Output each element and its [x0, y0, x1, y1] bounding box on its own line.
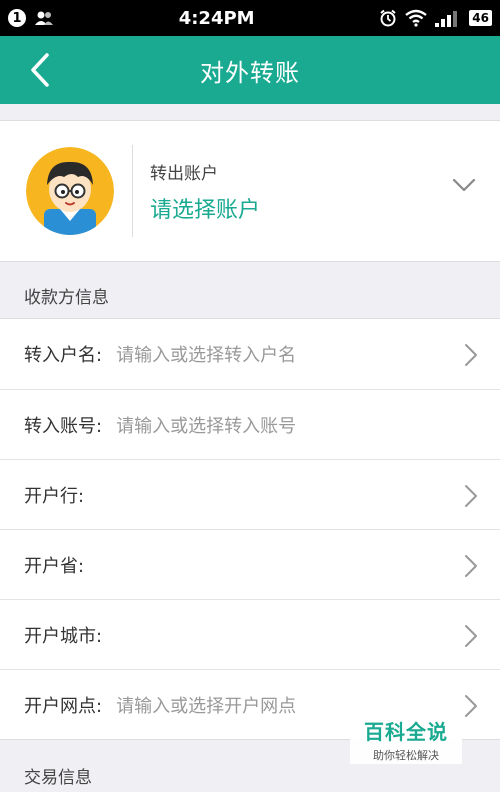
- back-arrow-icon: [31, 53, 49, 87]
- payee-account-row[interactable]: 转入账号: 请输入或选择转入账号: [0, 389, 500, 459]
- watermark-slogan: 助你轻松解决: [373, 748, 439, 762]
- chevron-right-icon[interactable]: [464, 694, 478, 718]
- avatar: [26, 147, 114, 235]
- branch-label: 开户网点:: [24, 695, 103, 717]
- province-label: 开户省:: [24, 555, 85, 577]
- status-bar: 1 4:24PM 46: [0, 0, 500, 36]
- source-account-value[interactable]: 请选择账户: [150, 192, 260, 224]
- payee-name-row[interactable]: 转入户名: 请输入或选择转入户名: [0, 319, 500, 389]
- clock: 4:24PM: [178, 7, 255, 29]
- alarm-icon: [380, 9, 396, 27]
- back-button[interactable]: [22, 52, 58, 88]
- chevron-right-icon[interactable]: [464, 624, 478, 648]
- bank-label: 开户行:: [24, 485, 85, 507]
- nav-bar: 对外转账: [0, 36, 500, 104]
- page-title: 对外转账: [200, 58, 300, 87]
- branch-input[interactable]: 请输入或选择开户网点: [116, 692, 296, 718]
- source-account-label: 转出账户: [150, 163, 218, 184]
- wifi-icon: [405, 9, 428, 27]
- network-indicator: 46: [469, 10, 492, 26]
- city-row[interactable]: 开户城市:: [0, 599, 500, 669]
- city-label: 开户城市:: [24, 625, 103, 647]
- source-account-selector[interactable]: 转出账户 请选择账户: [0, 120, 500, 262]
- payee-section-title: 收款方信息: [24, 288, 109, 308]
- watermark-brand: 百科全说: [364, 719, 448, 744]
- chevron-right-icon[interactable]: [464, 554, 478, 578]
- payee-form: 转入户名: 请输入或选择转入户名 转入账号: 请输入或选择转入账号 开户行: 开…: [0, 318, 500, 740]
- watermark-logo: 百科全说 助你轻松解决: [350, 714, 462, 764]
- signal-icon: [435, 11, 458, 27]
- bank-row[interactable]: 开户行:: [0, 459, 500, 529]
- province-row[interactable]: 开户省:: [0, 529, 500, 599]
- payee-account-label: 转入账号:: [24, 415, 103, 437]
- payee-name-label: 转入户名:: [24, 345, 103, 366]
- payee-account-input[interactable]: 请输入或选择转入账号: [116, 412, 296, 438]
- divider: [132, 145, 133, 237]
- chevron-right-icon[interactable]: [464, 484, 478, 508]
- notification-badge: 1: [8, 9, 26, 27]
- avatar-image: [26, 147, 114, 235]
- chevron-right-icon[interactable]: [464, 343, 478, 367]
- contacts-icon: [35, 11, 53, 25]
- chevron-down-icon[interactable]: [452, 177, 476, 193]
- payee-name-input[interactable]: 请输入或选择转入户名: [116, 341, 296, 367]
